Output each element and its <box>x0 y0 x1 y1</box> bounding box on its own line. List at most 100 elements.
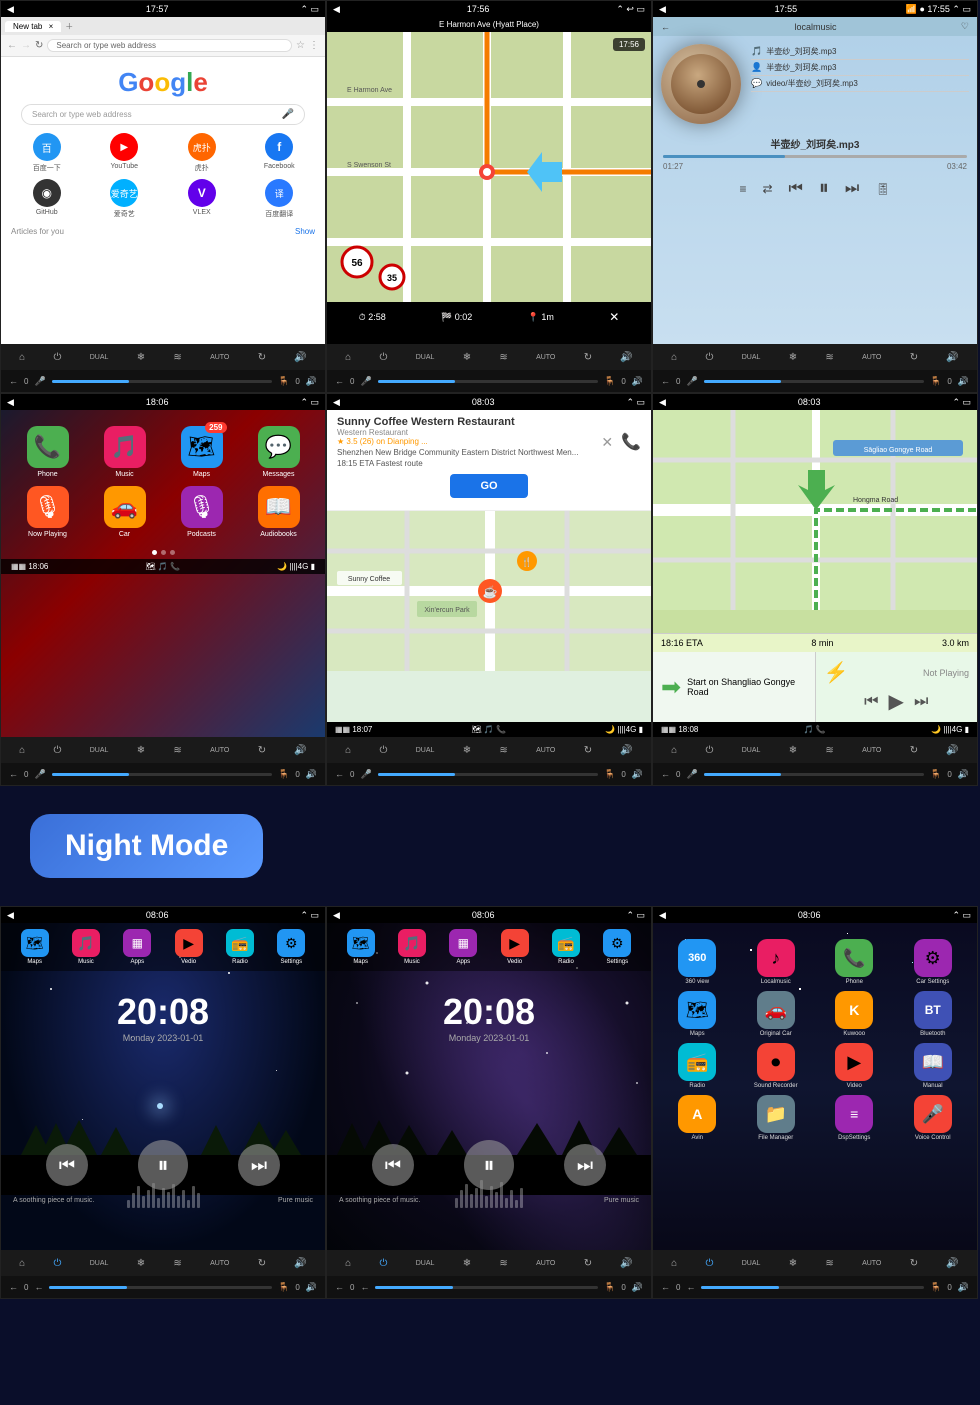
menu-icon[interactable]: ⋮ <box>309 40 319 51</box>
mic-icon-7[interactable]: ← <box>34 1282 43 1292</box>
music-back-btn[interactable]: ← <box>661 22 670 32</box>
seat-icon-4[interactable]: 🪑 <box>278 769 289 780</box>
prev-btn[interactable]: ⏮ <box>789 180 803 198</box>
night-app-radio-2[interactable]: 📻 Radio <box>552 929 580 965</box>
night3-soundrecorder[interactable]: ⏺ Sound Recorder <box>740 1043 813 1089</box>
shortcut-hupu[interactable]: 虎扑 虎扑 <box>166 133 238 173</box>
snowflake-icon-7[interactable]: ❄ <box>137 1258 145 1269</box>
seat-icon-6[interactable]: 🪑 <box>930 769 941 780</box>
shortcut-github[interactable]: ◉ GitHub <box>11 179 83 219</box>
seat-icon-8[interactable]: 🪑 <box>604 1282 615 1293</box>
nav-refresh[interactable]: ↻ <box>35 40 43 51</box>
night-prev-btn-1[interactable]: ⏮ <box>46 1144 88 1186</box>
volume-icon-5[interactable]: 🔊 <box>620 745 632 756</box>
vol-icon-9[interactable]: 🔊 <box>958 1282 969 1293</box>
power-icon-1[interactable]: ⏻ <box>53 352 61 363</box>
nav-play-btn[interactable]: ▶ <box>889 689 904 714</box>
go-button[interactable]: GO <box>450 474 527 498</box>
back-icon-6[interactable]: ← <box>661 769 670 779</box>
back-btn-9[interactable]: ◀ <box>659 910 666 921</box>
night3-localmusic[interactable]: ♪ Localmusic <box>740 939 813 985</box>
volume-icon-7[interactable]: 🔊 <box>294 1258 306 1269</box>
power-icon-2[interactable]: ⏻ <box>379 352 387 363</box>
vol-icon-1[interactable]: 🔊 <box>306 376 317 387</box>
home-icon-6[interactable]: ⌂ <box>671 745 677 756</box>
vol-icon-2[interactable]: 🔊 <box>632 376 643 387</box>
next-btn[interactable]: ⏭ <box>845 180 859 198</box>
night3-originalcar[interactable]: 🚗 Original Car <box>740 991 813 1037</box>
night3-bluetooth[interactable]: BT Bluetooth <box>897 991 970 1037</box>
carplay-phone[interactable]: 📞 Phone <box>13 426 82 478</box>
carplay-car[interactable]: 🚗 Car <box>90 486 159 538</box>
volume-icon-9[interactable]: 🔊 <box>946 1258 958 1269</box>
seat-icon-7[interactable]: 🪑 <box>278 1282 289 1293</box>
night-next-btn-2[interactable]: ⏭ <box>564 1144 606 1186</box>
equalizer-btn[interactable]: 🎚 <box>875 182 890 196</box>
night-next-btn-1[interactable]: ⏭ <box>238 1144 280 1186</box>
seat-icon-1[interactable]: 🪑 <box>278 376 289 387</box>
auto-label-7[interactable]: AUTO <box>210 1260 229 1267</box>
arrow-icon-5[interactable]: ↻ <box>584 745 592 756</box>
vol-icon-8[interactable]: 🔊 <box>632 1282 643 1293</box>
home-icon-3[interactable]: ⌂ <box>671 352 677 363</box>
auto-label-8[interactable]: AUTO <box>536 1260 555 1267</box>
back-btn-4[interactable]: ◀ <box>7 397 14 408</box>
carplay-audiobooks[interactable]: 📖 Audiobooks <box>244 486 313 538</box>
night3-carsettings[interactable]: ⚙ Car Settings <box>897 939 970 985</box>
volume-icon-4[interactable]: 🔊 <box>294 745 306 756</box>
mic-icon-3[interactable]: 🎤 <box>686 376 697 387</box>
volume-icon-1[interactable]: 🔊 <box>294 352 306 363</box>
night3-maps[interactable]: 🗺 Maps <box>661 991 734 1037</box>
night-app-vedio-1[interactable]: ▶ Vedio <box>175 929 203 965</box>
back-icon-1[interactable]: ← <box>9 376 18 386</box>
temp-slider-1[interactable] <box>52 380 272 383</box>
back-btn-8[interactable]: ◀ <box>333 910 340 921</box>
fan-icon-4[interactable]: ≋ <box>173 745 181 756</box>
pause-btn[interactable]: ⏸ <box>819 177 829 200</box>
night-pause-btn-1[interactable]: ⏸ <box>138 1140 188 1190</box>
snowflake-icon-9[interactable]: ❄ <box>789 1258 797 1269</box>
back-icon-7[interactable]: ← <box>9 1282 18 1292</box>
snowflake-icon-3[interactable]: ❄ <box>789 352 797 363</box>
back-icon-4[interactable]: ← <box>9 769 18 779</box>
fan-icon-8[interactable]: ≋ <box>499 1258 507 1269</box>
temp-slider-2[interactable] <box>378 380 598 383</box>
back-icon-5[interactable]: ← <box>335 769 344 779</box>
home-icon-4[interactable]: ⌂ <box>19 745 25 756</box>
carplay-maps[interactable]: 🗺 259 Maps <box>167 426 236 478</box>
playlist-item-3[interactable]: 💬 video/半壶纱_刘珂矣.mp3 <box>751 76 969 92</box>
auto-label-9[interactable]: AUTO <box>862 1260 881 1267</box>
back-btn-7[interactable]: ◀ <box>7 910 14 921</box>
arrow-icon-1[interactable]: ↻ <box>258 352 266 363</box>
mic-icon-5[interactable]: 🎤 <box>360 769 371 780</box>
arrow-icon-3[interactable]: ↻ <box>910 352 918 363</box>
power-icon-9[interactable]: ⏻ <box>705 1258 713 1269</box>
snowflake-icon-8[interactable]: ❄ <box>463 1258 471 1269</box>
seat-icon-9[interactable]: 🪑 <box>930 1282 941 1293</box>
new-tab-btn[interactable]: New tab × <box>5 21 61 32</box>
snowflake-icon-4[interactable]: ❄ <box>137 745 145 756</box>
shortcut-translate[interactable]: 译 百度翻译 <box>244 179 316 219</box>
mic-icon-6[interactable]: 🎤 <box>686 769 697 780</box>
fan-icon-6[interactable]: ≋ <box>825 745 833 756</box>
night3-kuwooo[interactable]: K Kuwooo <box>818 991 891 1037</box>
carplay-nowplaying[interactable]: 🎙 Now Playing <box>13 486 82 538</box>
temp-slider-8[interactable] <box>375 1286 598 1289</box>
arrow-icon-4[interactable]: ↻ <box>258 745 266 756</box>
shortcut-vlex[interactable]: V VLEX <box>166 179 238 219</box>
vol-icon-7[interactable]: 🔊 <box>306 1282 317 1293</box>
temp-slider-9[interactable] <box>701 1286 924 1289</box>
progress-bar[interactable] <box>663 155 967 158</box>
arrow-icon-9[interactable]: ↻ <box>910 1258 918 1269</box>
poi-phone-icon[interactable]: 📞 <box>621 432 641 452</box>
back-btn-5[interactable]: ◀ <box>333 397 340 408</box>
bookmark-icon[interactable]: ☆ <box>296 40 305 51</box>
auto-label-4[interactable]: AUTO <box>210 747 229 754</box>
fan-icon-5[interactable]: ≋ <box>499 745 507 756</box>
fan-icon-3[interactable]: ≋ <box>825 352 833 363</box>
snowflake-icon-5[interactable]: ❄ <box>463 745 471 756</box>
shortcut-youtube[interactable]: ▶ YouTube <box>89 133 161 173</box>
vol-icon-6[interactable]: 🔊 <box>958 769 969 780</box>
home-icon-2[interactable]: ⌂ <box>345 352 351 363</box>
fan-icon-2[interactable]: ≋ <box>499 352 507 363</box>
